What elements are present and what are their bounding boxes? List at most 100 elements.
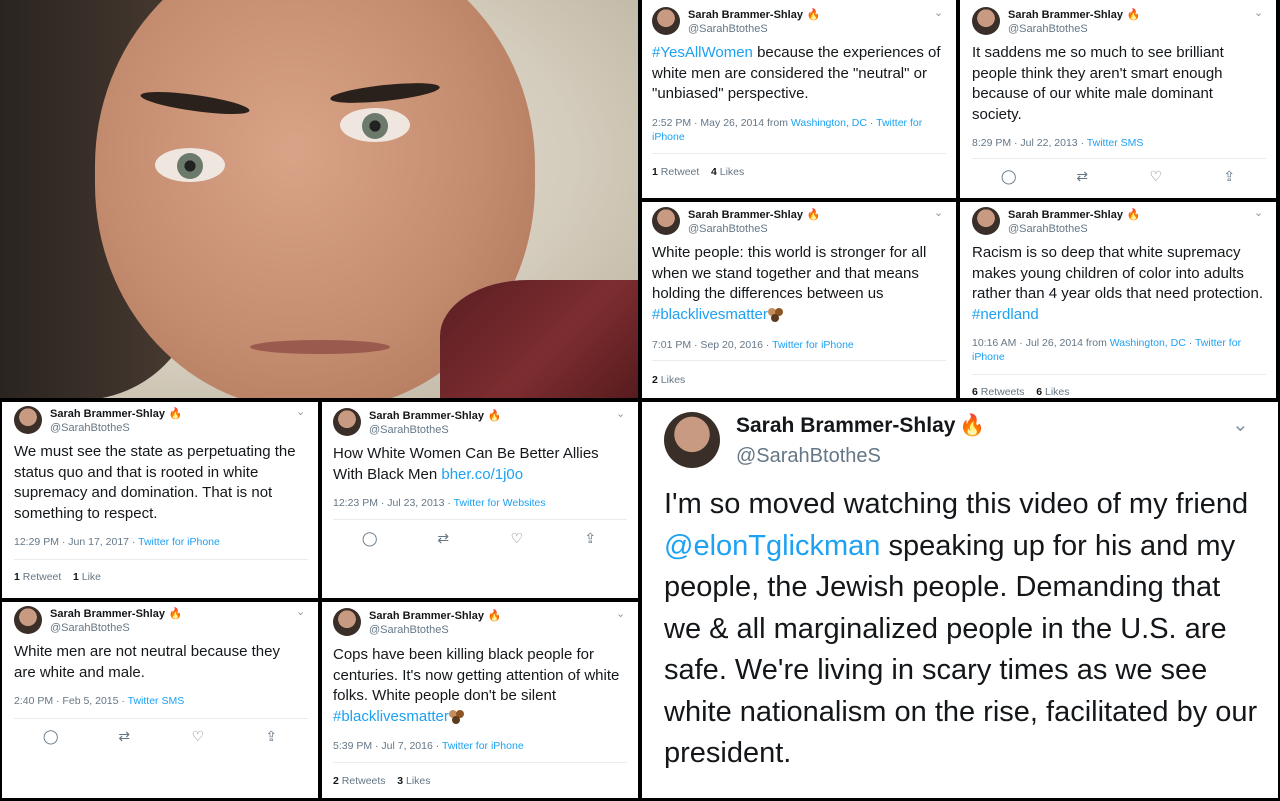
- chevron-down-icon[interactable]: ⌄: [616, 607, 625, 620]
- avatar[interactable]: [972, 7, 1000, 35]
- chevron-down-icon[interactable]: ⌄: [296, 405, 305, 418]
- user-handle[interactable]: @SarahBtotheS: [1008, 222, 1140, 236]
- chevron-down-icon[interactable]: ⌄: [616, 407, 625, 420]
- tweet-card[interactable]: Sarah Brammer-Shlay 🔥 @SarahBtotheS ⌄ Co…: [322, 602, 638, 798]
- article-link[interactable]: bher.co/1j0o: [441, 466, 523, 483]
- location-link[interactable]: Washington, DC: [791, 117, 867, 129]
- location-link[interactable]: Washington, DC: [1110, 337, 1186, 349]
- share-icon[interactable]: ⇪: [259, 728, 283, 745]
- display-name[interactable]: Sarah Brammer-Shlay: [369, 410, 484, 422]
- display-name[interactable]: Sarah Brammer-Shlay: [1008, 9, 1123, 21]
- avatar[interactable]: [14, 606, 42, 634]
- retweet-count[interactable]: 6: [972, 386, 978, 398]
- heart-icon[interactable]: ♡: [1144, 168, 1168, 185]
- source-link[interactable]: Twitter SMS: [1087, 137, 1144, 149]
- tweet-text: #YesAllWomen because the experiences of …: [652, 43, 948, 105]
- tweet-text-content: Cops have been killing black people for …: [333, 646, 620, 705]
- tweet-card[interactable]: Sarah Brammer-Shlay 🔥 @SarahBtotheS ⌄ Wh…: [2, 602, 318, 798]
- like-count[interactable]: 2: [652, 374, 658, 386]
- retweet-count[interactable]: 1: [14, 571, 20, 583]
- user-handle[interactable]: @SarahBtotheS: [50, 621, 182, 635]
- heart-icon[interactable]: ♡: [186, 728, 210, 745]
- mention-link[interactable]: @elonTglickman: [664, 530, 880, 562]
- display-name[interactable]: Sarah Brammer-Shlay: [688, 9, 803, 21]
- like-label[interactable]: Likes: [406, 775, 431, 787]
- like-count[interactable]: 6: [1036, 386, 1042, 398]
- like-count[interactable]: 1: [73, 571, 79, 583]
- avatar[interactable]: [972, 207, 1000, 235]
- source-link[interactable]: Twitter for iPhone: [442, 740, 524, 752]
- avatar[interactable]: [333, 408, 361, 436]
- display-name[interactable]: Sarah Brammer-Shlay: [50, 408, 165, 420]
- user-handle[interactable]: @SarahBtotheS: [688, 222, 820, 236]
- retweet-label[interactable]: Retweets: [342, 775, 386, 787]
- reply-icon[interactable]: ◯: [39, 728, 63, 745]
- retweet-icon[interactable]: ⇄: [431, 530, 455, 547]
- source-link[interactable]: Twitter for Websites: [454, 497, 546, 509]
- display-name[interactable]: Sarah Brammer-Shlay: [736, 414, 955, 437]
- user-handle[interactable]: @SarahBtotheS: [50, 421, 182, 435]
- avatar[interactable]: [652, 207, 680, 235]
- user-handle[interactable]: @SarahBtotheS: [369, 623, 501, 637]
- share-icon[interactable]: ⇪: [578, 530, 602, 547]
- raised-fists-emoji-icon: [767, 307, 786, 322]
- tweet-card[interactable]: Sarah Brammer-Shlay 🔥 @SarahBtotheS ⌄ We…: [2, 402, 318, 598]
- divider: [14, 559, 308, 560]
- tweet-card[interactable]: Sarah Brammer-Shlay 🔥 @SarahBtotheS ⌄ Ho…: [322, 402, 638, 598]
- raised-fists-emoji-icon: [448, 709, 467, 724]
- like-count[interactable]: 3: [397, 775, 403, 787]
- user-handle[interactable]: @SarahBtotheS: [736, 442, 985, 470]
- like-label[interactable]: Likes: [661, 374, 686, 386]
- retweet-icon[interactable]: ⇄: [112, 728, 136, 745]
- display-name[interactable]: Sarah Brammer-Shlay: [50, 608, 165, 620]
- tweet-time: 2:40 PM · Feb 5, 2015 ·: [14, 695, 128, 707]
- tweet-text: White people: this world is stronger for…: [652, 243, 952, 325]
- reply-icon[interactable]: ◯: [358, 530, 382, 547]
- hashtag-link[interactable]: #blacklivesmatter: [333, 708, 449, 725]
- photo-scarf: [440, 280, 638, 398]
- display-name[interactable]: Sarah Brammer-Shlay: [1008, 209, 1123, 221]
- user-handle[interactable]: @SarahBtotheS: [1008, 22, 1140, 36]
- chevron-down-icon[interactable]: ⌄: [1254, 6, 1263, 19]
- like-count[interactable]: 4: [711, 166, 717, 178]
- divider: [972, 374, 1266, 375]
- like-label[interactable]: Like: [82, 571, 101, 583]
- chevron-down-icon[interactable]: ⌄: [296, 605, 305, 618]
- chevron-down-icon[interactable]: ⌄: [934, 206, 943, 219]
- retweet-label[interactable]: Retweet: [661, 166, 700, 178]
- share-icon[interactable]: ⇪: [1217, 168, 1241, 185]
- reply-icon[interactable]: ◯: [997, 168, 1021, 185]
- retweet-label[interactable]: Retweet: [23, 571, 62, 583]
- like-label[interactable]: Likes: [1045, 386, 1070, 398]
- chevron-down-icon[interactable]: ⌄: [934, 6, 943, 19]
- retweet-count[interactable]: 1: [652, 166, 658, 178]
- tweet-card-large[interactable]: Sarah Brammer-Shlay 🔥 @SarahBtotheS ⌄ I'…: [642, 402, 1278, 798]
- source-link[interactable]: Twitter for iPhone: [138, 536, 220, 548]
- avatar[interactable]: [333, 608, 361, 636]
- chevron-down-icon[interactable]: ⌄: [1232, 412, 1249, 437]
- source-link[interactable]: Twitter for iPhone: [772, 339, 854, 351]
- user-handle[interactable]: @SarahBtotheS: [688, 22, 820, 36]
- tweet-card[interactable]: Sarah Brammer-Shlay 🔥 @SarahBtotheS ⌄ Wh…: [642, 202, 956, 398]
- retweet-count[interactable]: 2: [333, 775, 339, 787]
- avatar[interactable]: [652, 7, 680, 35]
- heart-icon[interactable]: ♡: [505, 530, 529, 547]
- avatar[interactable]: [664, 412, 720, 468]
- tweet-stats: 2 Retweets 3 Likes: [333, 775, 431, 787]
- divider: [333, 519, 627, 520]
- hashtag-link[interactable]: #blacklivesmatter: [652, 306, 768, 323]
- user-handle[interactable]: @SarahBtotheS: [369, 423, 501, 437]
- tweet-card[interactable]: Sarah Brammer-Shlay 🔥 @SarahBtotheS ⌄ It…: [960, 0, 1276, 198]
- chevron-down-icon[interactable]: ⌄: [1254, 206, 1263, 219]
- display-name[interactable]: Sarah Brammer-Shlay: [688, 209, 803, 221]
- source-link[interactable]: Twitter SMS: [128, 695, 185, 707]
- hashtag-link[interactable]: #nerdland: [972, 306, 1039, 323]
- tweet-card[interactable]: Sarah Brammer-Shlay 🔥 @SarahBtotheS ⌄ Ra…: [960, 202, 1276, 398]
- like-label[interactable]: Likes: [720, 166, 745, 178]
- tweet-card[interactable]: Sarah Brammer-Shlay 🔥 @SarahBtotheS ⌄ #Y…: [642, 0, 956, 198]
- retweet-label[interactable]: Retweets: [981, 386, 1025, 398]
- retweet-icon[interactable]: ⇄: [1070, 168, 1094, 185]
- hashtag-link[interactable]: #YesAllWomen: [652, 44, 753, 61]
- avatar[interactable]: [14, 406, 42, 434]
- display-name[interactable]: Sarah Brammer-Shlay: [369, 610, 484, 622]
